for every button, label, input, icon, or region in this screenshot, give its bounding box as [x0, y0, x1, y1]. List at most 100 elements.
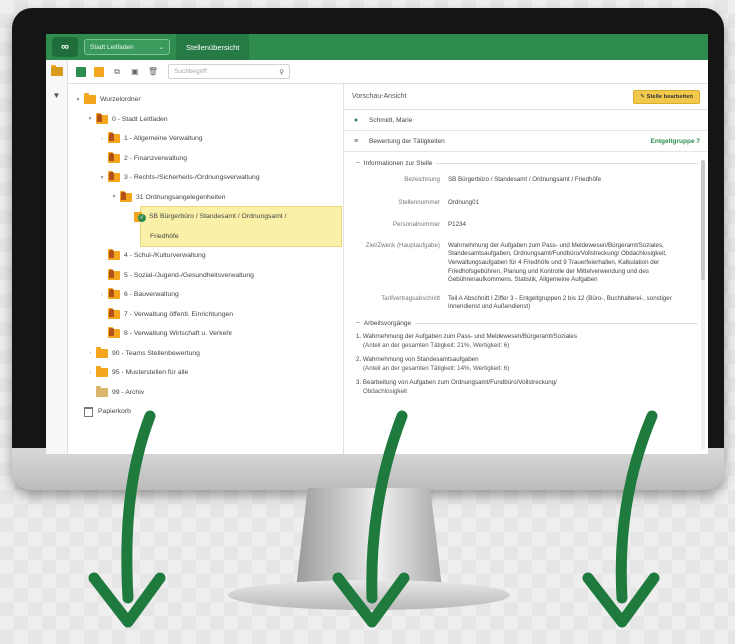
field-value: Teil A Abschnitt I Ziffer 3 - Entgeltgru… [448, 294, 672, 311]
tree-node[interactable]: ▾ 0 - Stadt Leitfaden [68, 110, 343, 130]
vorgang-item: 1. Wahrnehmung der Aufgaben zum Pass- un… [344, 333, 708, 350]
tree-node[interactable]: 7 - Verwaltung öffentl. Einrichtungen [68, 305, 343, 325]
person-folder-icon [108, 249, 120, 261]
person-row[interactable]: ● Schmidt, Marie [344, 110, 708, 131]
folder-tree: ▾ Wurzelordner ▾ 0 - Stadt Leitfaden › 1… [68, 84, 344, 454]
vorgang-sub: (Anteil an der gesamten Tätigkeit: 14%, … [363, 364, 510, 372]
person-folder-icon [108, 151, 120, 163]
tree-node[interactable]: › 95 - Musterstellen für alle [68, 363, 343, 383]
bewertung-row[interactable]: ≡ Bewertung der Tätigkeiten Entgeltgrupp… [344, 131, 708, 152]
pencil-icon: ✎ [640, 93, 645, 100]
vorgang-sub: Obdachlosigkeit [363, 387, 408, 395]
new-position-icon[interactable] [76, 66, 86, 77]
field-label: Bezeichnung [404, 176, 440, 183]
arbeitsvorgaenge-label: Arbeitsvorgänge [363, 319, 412, 327]
tree-node-label: 99 - Archiv [112, 388, 145, 396]
tree-node[interactable]: 4 - Schul-/Kulturverwaltung [68, 246, 343, 266]
vorgang-item: 3. Bearbeitung von Aufgaben zum Ordnungs… [344, 379, 708, 396]
tree-node[interactable]: 5 - Sozial-/Jugend-/Gesundheitsverwaltun… [68, 266, 343, 286]
field-zweck: Ziel/Zweck (Hauptaufgabe) Wahrnehmung de… [344, 242, 708, 285]
folder-icon [96, 366, 108, 378]
person-folder-icon [108, 327, 120, 339]
tree-node[interactable]: 2 - Finanzverwaltung [68, 149, 343, 169]
chevron-down-icon: ⌄ [158, 44, 164, 51]
person-folder-icon [108, 268, 120, 280]
tree-node[interactable]: ▾ 31 Ordnungsangelegenheiten [68, 188, 343, 208]
caret-icon[interactable]: › [98, 292, 106, 298]
collapse-icon[interactable]: − [356, 320, 360, 327]
person-folder-icon [120, 190, 132, 202]
tree-node-continuation[interactable]: Friedhöfe [68, 227, 343, 247]
folder-toggle[interactable] [46, 59, 68, 84]
tree-node-label: 31 Ordnungsangelegenheiten [136, 193, 226, 201]
caret-icon[interactable]: ▾ [74, 97, 82, 103]
field-tarif: Tarifvertragsabschnitt Teil A Abschnitt … [344, 295, 708, 312]
copy-icon[interactable]: ⧉ [112, 67, 122, 77]
bewertung-label: Bewertung der Tätigkeiten [369, 137, 445, 145]
search-input[interactable]: Suchbegriff ⚲ [168, 64, 290, 79]
collapse-icon[interactable]: − [356, 160, 360, 167]
caret-icon[interactable]: › [86, 370, 94, 376]
tree-node-label: SB Bürgerbüro / Standesamt / Ordnungsamt… [149, 213, 287, 221]
tree-node-label: 8 - Verwaltung Wirtschaft u. Verkehr [124, 330, 233, 338]
field-value: Wahrnehmung der Aufgaben zum Pass- und M… [448, 241, 667, 284]
tree-node-label: 95 - Musterstellen für alle [112, 369, 189, 377]
tree-node-label: Friedhöfe [150, 232, 179, 240]
caret-icon[interactable]: ▾ [110, 194, 118, 200]
tree-node-root[interactable]: ▾ Wurzelordner [68, 90, 343, 110]
tree-node-label: 90 - Teams Stellenbewertung [112, 349, 200, 357]
title-bar: ∞ Stadt Leitfaden ⌄ Stellenübersicht [46, 34, 708, 60]
tree-node-label: 2 - Finanzverwaltung [124, 154, 188, 162]
vorgang-title: 2. Wahrnehmung von Standesamtsaufgaben [356, 356, 479, 364]
field-label: Personalnummer [392, 221, 440, 229]
tree-node[interactable]: › 6 - Bauverwaltung [68, 285, 343, 305]
caret-icon[interactable]: ▾ [86, 116, 94, 122]
tree-node[interactable]: 99 - Archiv [68, 383, 343, 403]
person-folder-icon [96, 112, 108, 124]
tab-stellenuebersicht[interactable]: Stellenübersicht [176, 34, 250, 60]
edit-position-button[interactable]: ✎ Stelle bearbeiten [633, 89, 700, 104]
vorgang-title: 3. Bearbeitung von Aufgaben zum Ordnungs… [356, 379, 557, 387]
tree-node[interactable]: › 90 - Teams Stellenbewertung [68, 344, 343, 364]
caret-icon[interactable]: › [86, 350, 94, 356]
tree-node-selected[interactable]: ✓ SB Bürgerbüro / Standesamt / Ordnungsa… [68, 207, 343, 227]
toolbar: ⧉ ▣ 🗑 Suchbegriff ⚲ [46, 59, 708, 84]
tree-node-label: 4 - Schul-/Kulturverwaltung [124, 252, 206, 260]
search-placeholder: Suchbegriff [174, 68, 207, 75]
new-folder-icon[interactable] [94, 66, 104, 77]
folder-icon [50, 65, 63, 76]
vorgang-sub: (Anteil an der gesamten Tätigkeit: 21%, … [363, 341, 510, 349]
paste-icon[interactable]: ▣ [130, 67, 140, 77]
tree-node[interactable]: › 1 - Allgemeine Verwaltung [68, 129, 343, 149]
preview-header: Vorschau-Ansicht ✎ Stelle bearbeiten [344, 84, 708, 110]
caret-icon[interactable]: ▾ [98, 175, 106, 181]
search-icon[interactable]: ⚲ [279, 68, 284, 76]
screen: ∞ Stadt Leitfaden ⌄ Stellenübersicht ⧉ ▣… [46, 34, 708, 454]
arrow-down-icon [88, 410, 166, 628]
person-folder-icon [108, 132, 120, 144]
info-section-title: − Informationen zur Stelle [356, 160, 698, 167]
preview-panel: Vorschau-Ansicht ✎ Stelle bearbeiten ● S… [344, 84, 708, 454]
info-section-label: Informationen zur Stelle [363, 160, 433, 167]
entgeltgruppe-value: Entgeltgruppe 7 [650, 137, 700, 145]
tree-node[interactable]: 8 - Verwaltung Wirtschaft u. Verkehr [68, 324, 343, 344]
person-folder-icon [108, 288, 120, 300]
tree-node[interactable]: ▾ 3 - Rechts-/Sicherheits-/Ordnungsverwa… [68, 168, 343, 188]
field-personalnummer: Personalnummer P1234 [344, 221, 708, 230]
arrow-down-icon [582, 410, 660, 628]
list-icon: ≡ [353, 137, 359, 145]
organization-select[interactable]: Stadt Leitfaden ⌄ [84, 39, 170, 55]
folder-icon [96, 346, 108, 358]
scrollbar-thumb[interactable] [701, 160, 705, 280]
position-check-icon: ✓ [134, 211, 146, 222]
tree-node-label: Wurzelordner [100, 96, 141, 104]
person-folder-icon [108, 171, 120, 183]
preview-title: Vorschau-Ansicht [352, 93, 407, 100]
caret-icon[interactable]: › [98, 136, 106, 142]
field-label: Tarifvertragsabschnitt [381, 294, 440, 302]
field-bezeichnung: Bezeichnung SB Bürgerbüro / Standesamt /… [344, 176, 708, 185]
tree-node-label: 3 - Rechts-/Sicherheits-/Ordnungsverwalt… [124, 174, 260, 182]
trash-icon[interactable]: 🗑 [148, 67, 158, 77]
arrow-down-icon [332, 410, 410, 628]
filter-icon[interactable]: ▼ [53, 91, 61, 454]
